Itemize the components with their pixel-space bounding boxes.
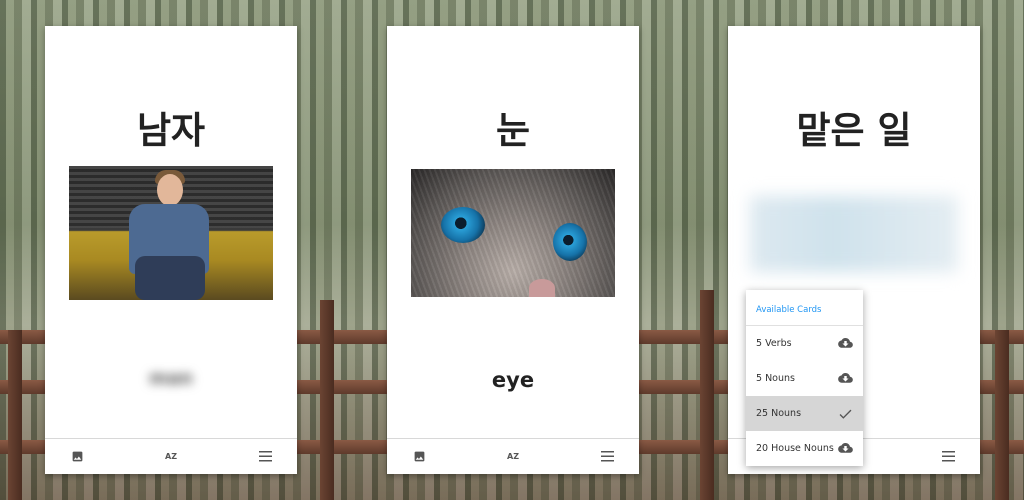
menu-item-25-nouns[interactable]: 25 Nouns xyxy=(746,396,863,431)
sort-az-icon[interactable]: AZ xyxy=(161,446,181,466)
card-word: 눈 xyxy=(495,109,531,152)
menu-item-label: 20 House Nouns xyxy=(756,443,834,454)
cloud-download-icon[interactable] xyxy=(838,338,853,350)
menu-item-20-house-nouns[interactable]: 20 House Nouns xyxy=(746,431,863,466)
hamburger-menu-icon[interactable] xyxy=(255,446,275,466)
card-toolbar: AZ xyxy=(45,438,297,474)
hamburger-menu-icon[interactable] xyxy=(938,446,958,466)
hamburger-menu-icon[interactable] xyxy=(597,446,617,466)
card-toolbar: AZ xyxy=(387,438,639,474)
menu-item-label: 5 Nouns xyxy=(756,373,795,384)
sort-az-label: AZ xyxy=(165,451,177,461)
card-image-hidden[interactable] xyxy=(750,196,958,272)
image-icon[interactable] xyxy=(67,446,87,466)
flashcard-1[interactable]: 남자 man AZ xyxy=(45,26,297,474)
cloud-download-icon[interactable] xyxy=(838,443,853,455)
card-word: 남자 xyxy=(136,109,206,152)
check-icon xyxy=(838,408,853,420)
sort-az-label: AZ xyxy=(507,451,519,461)
card-answer-hidden[interactable]: man xyxy=(45,368,297,389)
available-cards-menu: Available Cards 5 Verbs 5 Nouns 25 Nouns… xyxy=(746,290,863,466)
cloud-download-icon[interactable] xyxy=(838,373,853,385)
menu-item-label: 5 Verbs xyxy=(756,338,792,349)
menu-header: Available Cards xyxy=(746,290,863,326)
card-image-cat-eyes xyxy=(411,169,615,297)
image-icon[interactable] xyxy=(409,446,429,466)
card-answer: eye xyxy=(491,368,535,392)
card-image-man xyxy=(69,166,273,300)
sort-az-icon[interactable]: AZ xyxy=(503,446,523,466)
menu-item-5-nouns[interactable]: 5 Nouns xyxy=(746,361,863,396)
menu-item-label: 25 Nouns xyxy=(756,408,802,419)
menu-item-5-verbs[interactable]: 5 Verbs xyxy=(746,326,863,361)
card-word: 맡은 일 xyxy=(796,109,912,152)
flashcard-2[interactable]: 눈 eye AZ xyxy=(387,26,639,474)
